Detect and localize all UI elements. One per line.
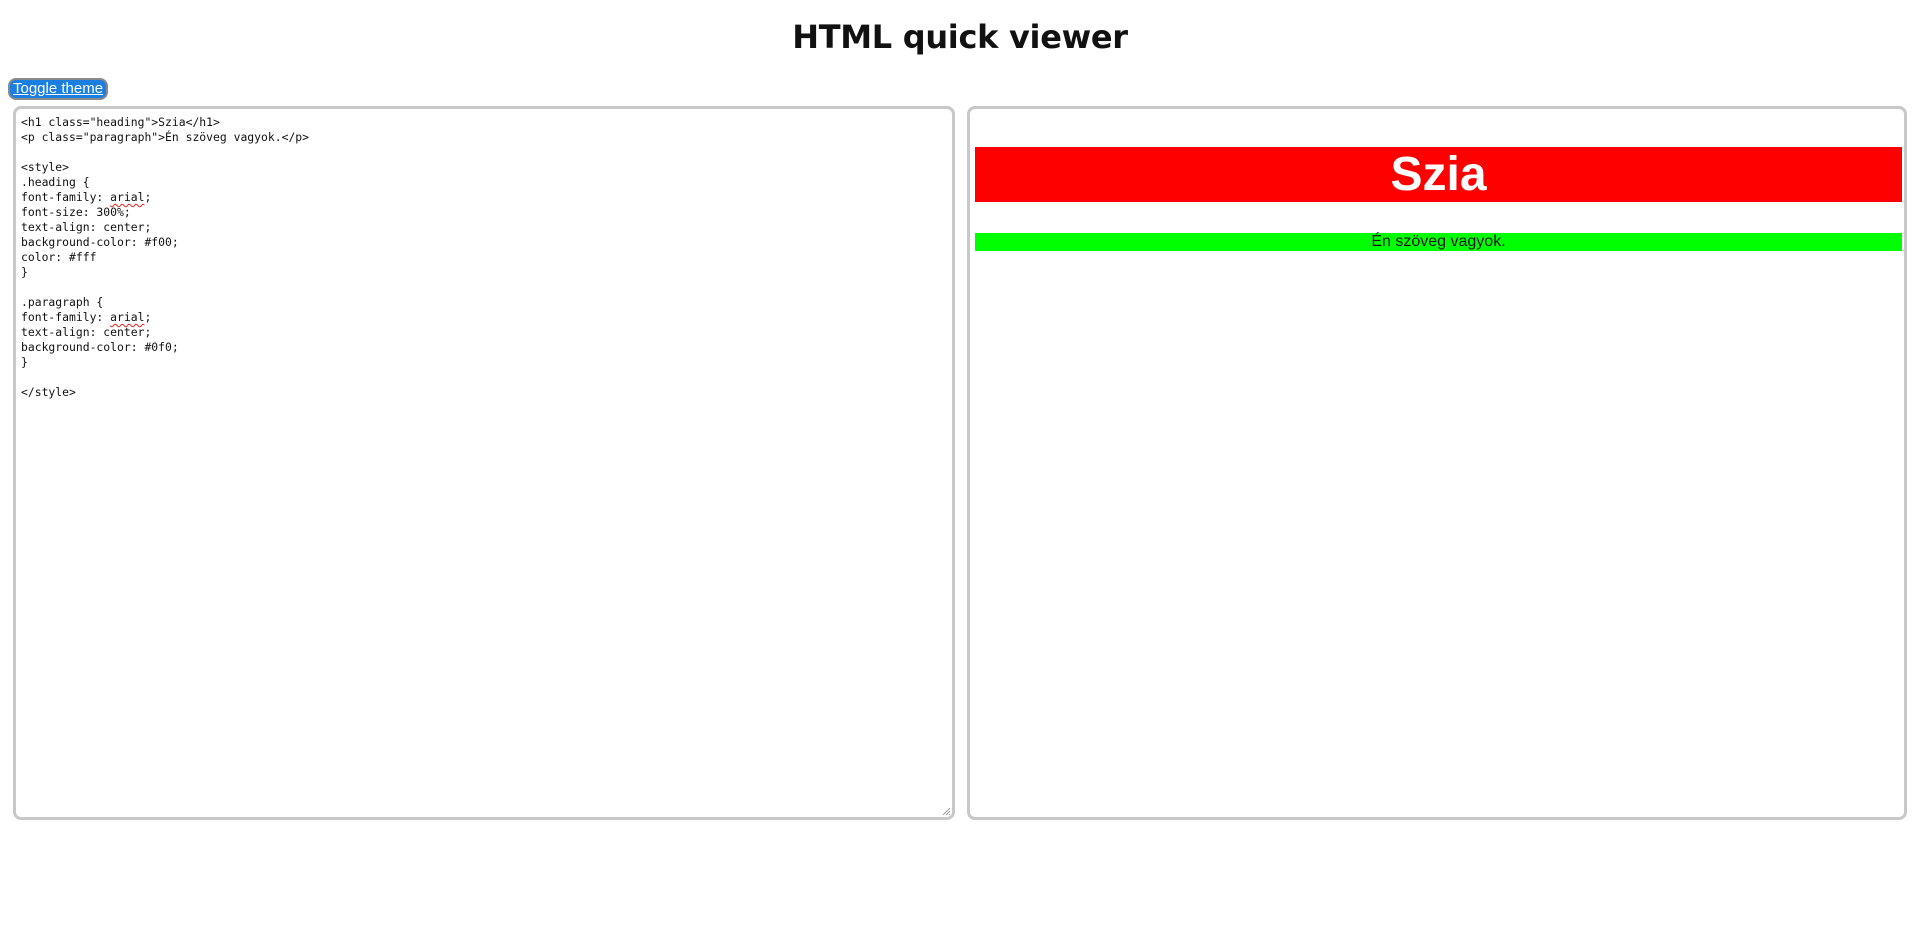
html-editor-textarea[interactable]: <h1 class="heading">Szia</h1> <p class="p… [13, 106, 955, 820]
spellcheck-flag: arial [110, 190, 145, 204]
editor-line: <p class="paragraph">Én szöveg vagyok.</… [21, 130, 310, 144]
toggle-theme-button[interactable]: Toggle theme [8, 78, 109, 100]
resize-grip-icon[interactable] [941, 806, 951, 816]
editor-line: text-align: center; [21, 325, 152, 339]
editor-line: .paragraph { [21, 295, 104, 309]
preview-heading: Szia [975, 147, 1902, 202]
editor-line: } [21, 355, 28, 369]
editor-line: color: #fff [21, 250, 97, 264]
editor-line: text-align: center; [21, 220, 152, 234]
editor-line: font-family: arial; [21, 190, 152, 204]
editor-line: background-color: #0f0; [21, 340, 179, 354]
editor-line: <style> [21, 160, 70, 174]
editor-line: <h1 class="heading">Szia</h1> [21, 115, 220, 129]
page-title: HTML quick viewer [792, 18, 1128, 56]
preview-panel: Szia Én szöveg vagyok. [967, 106, 1907, 820]
editor-line: font-size: 300%; [21, 205, 131, 219]
editor-line: } [21, 265, 28, 279]
preview-paragraph: Én szöveg vagyok. [975, 233, 1902, 251]
editor-line: background-color: #f00; [21, 235, 179, 249]
spellcheck-flag: arial [110, 310, 145, 324]
editor-line: .heading { [21, 175, 90, 189]
editor-line: font-family: arial; [21, 310, 152, 324]
editor-code: <h1 class="heading">Szia</h1> <p class="p… [21, 115, 947, 400]
editor-line: </style> [21, 385, 76, 399]
